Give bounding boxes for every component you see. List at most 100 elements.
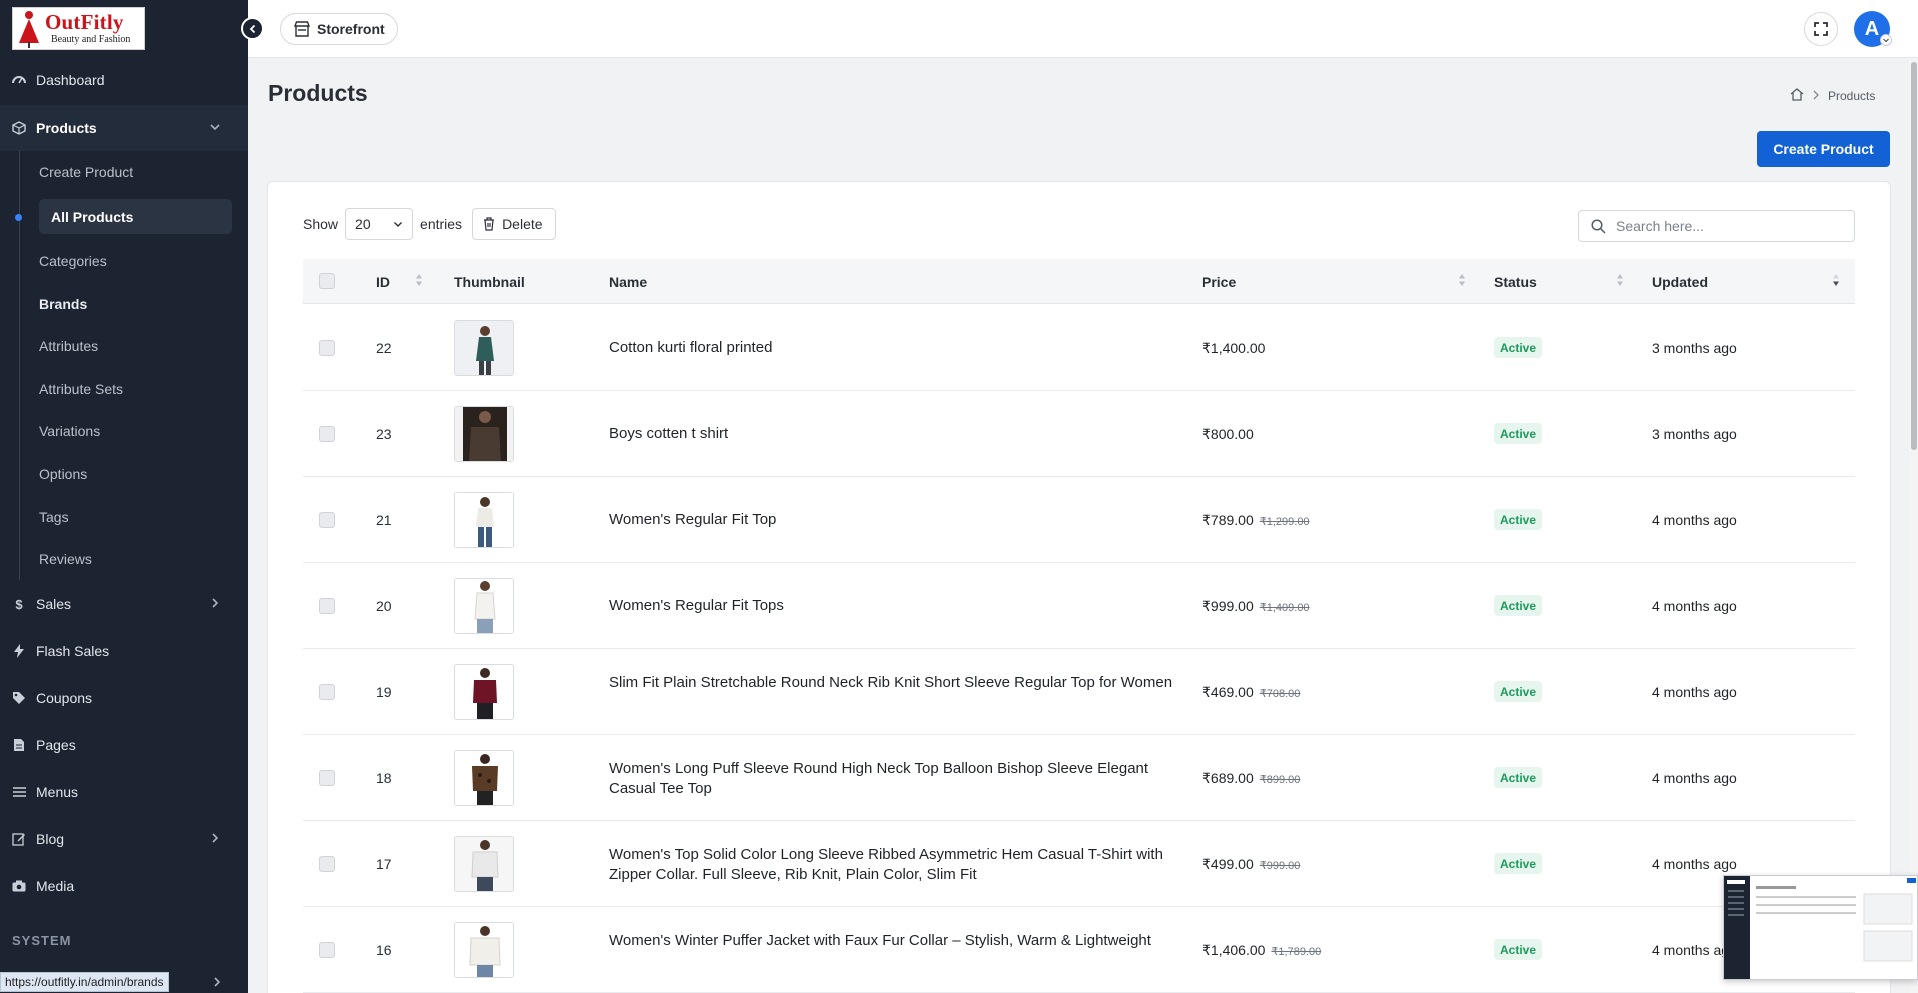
product-name[interactable]: Women's Top Solid Color Long Sleeve Ribb… [609,845,1179,885]
product-name[interactable]: Cotton kurti floral printed [609,338,1179,358]
select-all-checkbox[interactable] [319,273,335,289]
sidebar-collapse-button[interactable] [241,17,264,40]
row-checkbox[interactable] [319,942,335,958]
sidebar-item-products[interactable]: Products [0,105,248,151]
old-price: ₹1,299.00 [1259,516,1310,528]
brand-logo[interactable]: OutFitly Beauty and Fashion [12,7,145,50]
sidebar-item-sales[interactable]: $ Sales [0,581,248,627]
sort-icon[interactable] [1458,273,1466,287]
status-badge: Active [1494,423,1543,444]
sidebar-item-media[interactable]: Media [0,863,248,909]
status-badge: Active [1494,853,1543,874]
sidebar-subitem-variations[interactable]: Variations [39,423,100,439]
column-header-id[interactable]: ID [376,274,390,290]
row-checkbox[interactable] [319,856,335,872]
table-row[interactable]: 21 Women's Regular Fit Top ₹789.00 ₹1,299… [303,477,1855,563]
product-thumbnail[interactable] [454,320,514,376]
create-product-button[interactable]: Create Product [1757,131,1890,167]
product-price: ₹789.00 ₹1,299.00 [1202,512,1310,529]
product-price: ₹689.00 ₹899.00 [1202,770,1300,787]
sidebar-item-flash-sales[interactable]: Flash Sales [0,628,248,674]
row-checkbox[interactable] [319,340,335,356]
product-thumbnail[interactable] [454,406,514,462]
sidebar-item-pages[interactable]: Pages [0,722,248,768]
column-header-status[interactable]: Status [1494,274,1537,290]
row-checkbox[interactable] [319,512,335,528]
product-id: 22 [376,340,392,356]
sidebar-item-label: Menus [36,784,79,800]
sidebar-subitem-categories[interactable]: Categories [39,253,107,269]
home-icon[interactable] [1790,88,1804,104]
row-checkbox[interactable] [319,426,335,442]
sidebar-subitem-brands[interactable]: Brands [39,296,87,312]
fullscreen-button[interactable] [1804,12,1838,46]
product-thumbnail[interactable] [454,750,514,806]
sidebar-subitem-tags[interactable]: Tags [39,509,69,525]
row-checkbox[interactable] [319,684,335,700]
product-name[interactable]: Slim Fit Plain Stretchable Round Neck Ri… [609,673,1179,693]
product-thumbnail[interactable] [454,836,514,892]
product-name[interactable]: Boys cotten t shirt [609,424,1179,444]
product-name[interactable]: Women's Long Puff Sleeve Round High Neck… [609,759,1179,799]
table-row[interactable]: 22 Cotton kurti floral printed ₹1,400.00… [303,305,1855,391]
scrollbar-thumb[interactable] [1911,62,1917,450]
product-thumbnail[interactable] [454,922,514,978]
table-row[interactable]: 18 Women's Long Puff Sleeve Round High N… [303,735,1855,821]
current-price: ₹1,406.00 [1202,942,1266,958]
old-price: ₹999.00 [1259,860,1301,872]
search-icon [1591,218,1606,234]
show-label: Show [303,216,339,232]
storefront-label: Storefront [317,21,385,37]
sort-icon[interactable] [415,273,423,287]
row-checkbox[interactable] [319,598,335,614]
sidebar-item-blog[interactable]: Blog [0,816,248,862]
product-name[interactable]: Women's Winter Puffer Jacket with Faux F… [609,931,1179,951]
sidebar-subitem-create-product[interactable]: Create Product [39,164,133,180]
search-field [1578,210,1855,242]
current-price: ₹1,400.00 [1202,340,1266,356]
current-price: ₹469.00 [1202,684,1254,700]
topbar: Storefront A [248,0,1918,58]
product-price: ₹1,400.00 [1202,340,1271,357]
chevron-down-icon[interactable] [1880,34,1892,46]
sidebar-item-label: Blog [36,831,65,847]
page-title: Products [268,80,368,106]
sort-icon[interactable] [1616,273,1624,287]
window-preview-thumbnail[interactable] [1723,875,1918,980]
entries-value: 20 [355,216,371,232]
dollar-icon: $ [15,596,23,612]
entries-select[interactable]: 20 [345,208,414,240]
table-row[interactable]: 16 Women's Winter Puffer Jacket with Fau… [303,907,1855,993]
sidebar-subitem-options[interactable]: Options [39,466,87,482]
search-input[interactable] [1616,218,1836,234]
table-row[interactable]: 17 Women's Top Solid Color Long Sleeve R… [303,821,1855,907]
old-price: ₹708.00 [1259,688,1301,700]
table-row[interactable]: 20 Women's Regular Fit Tops ₹999.00 ₹1,40… [303,563,1855,649]
sidebar-subitem-reviews[interactable]: Reviews [39,551,92,567]
updated-time: 3 months ago [1652,340,1737,356]
storefront-button[interactable]: Storefront [280,13,398,45]
row-checkbox[interactable] [319,770,335,786]
table-row[interactable]: 23 Boys cotten t shirt ₹800.00 Active 3 … [303,391,1855,477]
hamburger-icon [12,785,26,799]
column-header-updated[interactable]: Updated [1652,274,1708,290]
sidebar-subitem-attributes[interactable]: Attributes [39,338,98,354]
product-thumbnail[interactable] [454,578,514,634]
table-row[interactable]: 19 Slim Fit Plain Stretchable Round Neck… [303,649,1855,735]
sidebar-item-menus[interactable]: Menus [0,769,248,815]
product-name[interactable]: Women's Regular Fit Top [609,510,1179,530]
product-thumbnail[interactable] [454,492,514,548]
sidebar-subitem-all-products[interactable]: All Products [39,199,232,234]
delete-button[interactable]: Delete [472,208,556,240]
sidebar-item-label: Dashboard [36,72,105,88]
product-thumbnail[interactable] [454,664,514,720]
sidebar-subitem-attribute-sets[interactable]: Attribute Sets [39,381,123,397]
sort-desc-icon[interactable] [1832,273,1840,287]
sidebar-item-dashboard[interactable]: Dashboard [0,57,248,103]
sidebar-item-coupons[interactable]: Coupons [0,675,248,721]
sidebar-item-label: Coupons [36,690,93,706]
chevron-down-icon [208,120,222,134]
column-header-price[interactable]: Price [1202,274,1236,290]
status-badge: Active [1494,337,1543,358]
product-name[interactable]: Women's Regular Fit Tops [609,596,1179,616]
